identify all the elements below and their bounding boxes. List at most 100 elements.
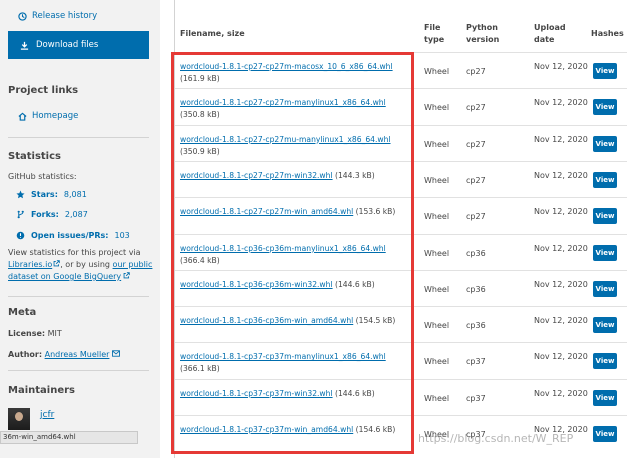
python-version-cell: cp37: [466, 393, 486, 403]
file-size: (144.3 kB): [335, 170, 375, 180]
filename-link[interactable]: wordcloud-1.8.1-cp37-cp37m-win32.whl: [180, 389, 333, 398]
view-hashes-button[interactable]: View: [593, 244, 617, 261]
header-filetype: File type: [424, 23, 445, 44]
python-version-cell: cp27: [466, 212, 486, 222]
view-hashes-button[interactable]: View: [593, 135, 617, 152]
table-row: wordcloud-1.8.1-cp27-cp27m-manylinux1_x8…: [175, 88, 627, 124]
author-label: Author:: [8, 350, 43, 359]
license-info: License: MIT: [8, 328, 153, 340]
file-type-cell: Wheel: [424, 175, 450, 185]
file-size: (144.6 kB): [335, 388, 375, 398]
filename-link[interactable]: wordcloud-1.8.1-cp36-cp36m-manylinux1_x8…: [180, 244, 386, 253]
upload-date-cell: Nov 12, 2020: [534, 98, 588, 108]
statistics-heading: Statistics: [8, 151, 61, 162]
header-hashes: Hashes: [591, 29, 624, 38]
filename-cell: wordcloud-1.8.1-cp27-cp27m-win_amd64.whl…: [180, 206, 412, 218]
table-row: wordcloud-1.8.1-cp27-cp27m-win32.whl (14…: [175, 160, 627, 197]
view-hashes-button[interactable]: View: [593, 99, 617, 116]
filename-cell: wordcloud-1.8.1-cp36-cp36m-manylinux1_x8…: [180, 243, 412, 267]
filename-link[interactable]: wordcloud-1.8.1-cp27-cp27m-macosx_10_6_x…: [180, 62, 393, 71]
divider: [8, 296, 149, 297]
filename-cell: wordcloud-1.8.1-cp37-cp37m-win32.whl (14…: [180, 388, 412, 400]
table-row: wordcloud-1.8.1-cp36-cp36m-win_amd64.whl…: [175, 306, 627, 342]
view-hashes-button[interactable]: View: [593, 280, 617, 297]
libraries-io-link[interactable]: Libraries.io: [8, 260, 52, 269]
author-info: Author: Andreas Mueller: [8, 349, 153, 361]
view-hashes-button[interactable]: View: [593, 426, 617, 442]
table-row: wordcloud-1.8.1-cp27-cp27m-macosx_10_6_x…: [175, 52, 627, 88]
bigquery-link-part2[interactable]: dataset on Google BigQuery: [8, 272, 121, 281]
upload-date-cell: Nov 12, 2020: [534, 279, 588, 289]
file-type-cell: Wheel: [424, 321, 450, 331]
sidebar: Release history Download files Project l…: [0, 0, 160, 458]
python-version-cell: cp27: [466, 103, 486, 113]
file-type-cell: Wheel: [424, 212, 450, 222]
file-type-cell: Wheel: [424, 67, 450, 76]
header-filename: Filename, size: [180, 29, 245, 38]
license-label: License:: [8, 329, 46, 338]
filename-link[interactable]: wordcloud-1.8.1-cp37-cp37m-manylinux1_x8…: [180, 352, 386, 361]
filename-cell: wordcloud-1.8.1-cp27-cp27m-macosx_10_6_x…: [180, 61, 412, 85]
star-icon: [16, 190, 25, 199]
filename-link[interactable]: wordcloud-1.8.1-cp27-cp27mu-manylinux1_x…: [180, 135, 391, 144]
issues-value: 103: [114, 231, 130, 240]
avatar[interactable]: [8, 408, 30, 430]
forks-stat[interactable]: Forks: 2,087: [16, 210, 88, 219]
python-version-cell: cp27: [466, 139, 486, 149]
file-size: (366.4 kB): [180, 255, 220, 265]
filename-link[interactable]: wordcloud-1.8.1-cp27-cp27m-manylinux1_x8…: [180, 98, 386, 107]
filename-link[interactable]: wordcloud-1.8.1-cp36-cp36m-win_amd64.whl: [180, 316, 353, 325]
filename-cell: wordcloud-1.8.1-cp37-cp37m-win_amd64.whl…: [180, 424, 412, 436]
home-icon: [18, 112, 27, 121]
issues-label: Open issues/PRs:: [31, 231, 109, 240]
filename-link[interactable]: wordcloud-1.8.1-cp37-cp37m-win_amd64.whl: [180, 425, 353, 434]
upload-date-cell: Nov 12, 2020: [534, 170, 588, 180]
upload-date-cell: Nov 12, 2020: [534, 243, 588, 253]
filename-link[interactable]: wordcloud-1.8.1-cp27-cp27m-win32.whl: [180, 171, 333, 180]
stars-stat[interactable]: Stars: 8,081: [16, 190, 87, 199]
homepage-link[interactable]: Homepage: [18, 111, 78, 121]
view-hashes-button[interactable]: View: [593, 317, 617, 334]
project-links-heading: Project links: [8, 85, 79, 96]
issue-icon: [16, 231, 25, 240]
download-icon: [20, 41, 29, 50]
table-row: wordcloud-1.8.1-cp37-cp37m-manylinux1_x8…: [175, 342, 627, 378]
download-files-button[interactable]: Download files: [8, 31, 149, 59]
view-hashes-button[interactable]: View: [593, 353, 617, 370]
homepage-label: Homepage: [32, 111, 79, 121]
header-upload-date: Upload date: [534, 23, 566, 44]
view-statistics-text: View statistics for this project via Lib…: [8, 247, 153, 283]
filename-cell: wordcloud-1.8.1-cp36-cp36m-win32.whl (14…: [180, 279, 412, 291]
bigquery-link-part1[interactable]: our public: [113, 260, 153, 269]
header-python-version: Python version: [466, 23, 500, 44]
forks-label: Forks:: [31, 210, 59, 219]
filename-cell: wordcloud-1.8.1-cp27-cp27m-manylinux1_x8…: [180, 97, 412, 121]
author-link[interactable]: Andreas Mueller: [45, 350, 110, 359]
download-files-label: Download files: [36, 40, 99, 50]
table-row: wordcloud-1.8.1-cp37-cp37m-win32.whl (14…: [175, 378, 627, 415]
file-size: (366.1 kB): [180, 364, 220, 374]
issues-stat[interactable]: Open issues/PRs: 103: [16, 231, 130, 240]
forks-value: 2,087: [64, 210, 88, 219]
filename-link[interactable]: wordcloud-1.8.1-cp36-cp36m-win32.whl: [180, 280, 333, 289]
upload-date-cell: Nov 12, 2020: [534, 316, 588, 326]
browser-status-bar: 36m-win_amd64.whl: [0, 431, 138, 444]
release-history-link[interactable]: Release history: [18, 11, 97, 21]
view-hashes-button[interactable]: View: [593, 171, 617, 188]
python-version-cell: cp27: [466, 67, 486, 76]
maintainer-link[interactable]: jcfr: [40, 410, 54, 420]
table-row: wordcloud-1.8.1-cp27-cp27m-win_amd64.whl…: [175, 197, 627, 233]
filename-cell: wordcloud-1.8.1-cp27-cp27m-win32.whl (14…: [180, 170, 412, 182]
file-size: (161.9 kB): [180, 74, 220, 83]
filename-link[interactable]: wordcloud-1.8.1-cp27-cp27m-win_amd64.whl: [180, 207, 353, 216]
filename-cell: wordcloud-1.8.1-cp27-cp27mu-manylinux1_x…: [180, 134, 412, 158]
view-stats-label: View statistics for this project via: [8, 248, 141, 257]
file-size: (350.8 kB): [180, 110, 220, 120]
view-hashes-button[interactable]: View: [593, 208, 617, 225]
table-row: wordcloud-1.8.1-cp36-cp36m-manylinux1_x8…: [175, 233, 627, 270]
view-hashes-button[interactable]: View: [593, 389, 617, 406]
python-version-cell: cp27: [466, 175, 486, 185]
stars-value: 8,081: [63, 190, 87, 199]
envelope-icon: [112, 350, 120, 357]
view-hashes-button[interactable]: View: [593, 63, 617, 79]
